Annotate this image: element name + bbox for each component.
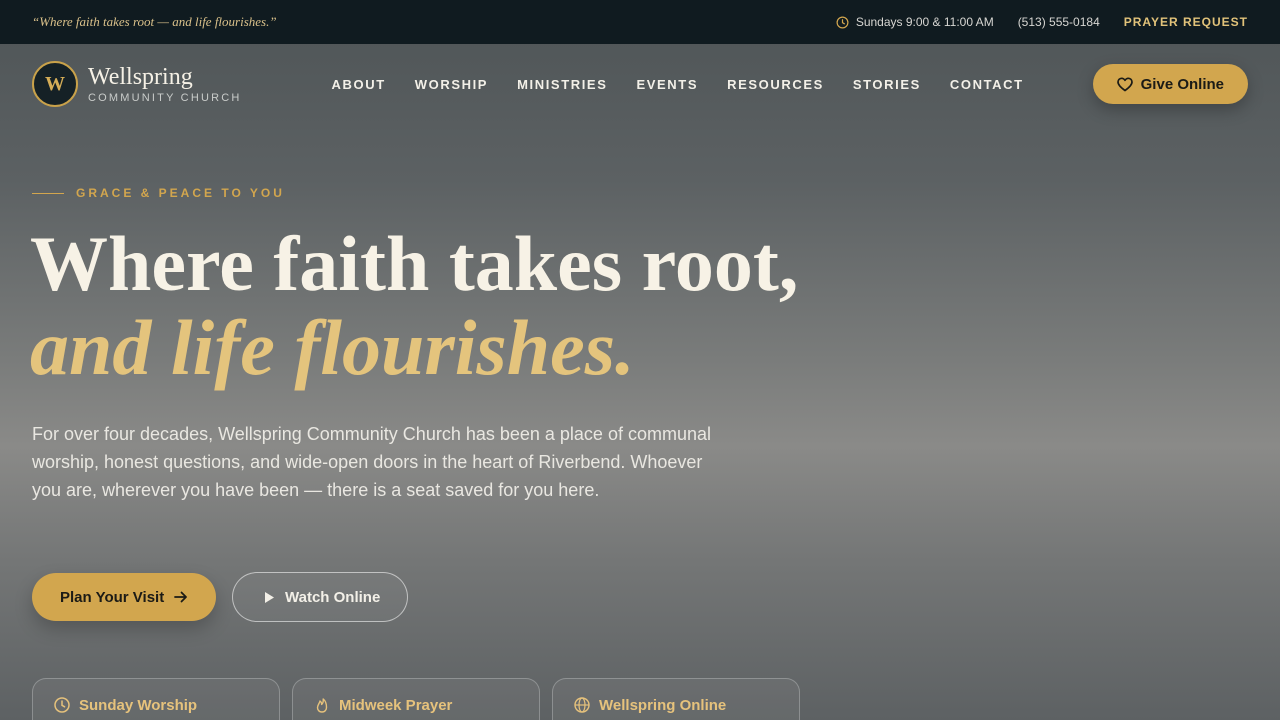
prayer-request-link[interactable]: PRAYER REQUEST [1124,15,1248,29]
logo-text: Wellspring COMMUNITY CHURCH [88,64,242,104]
nav-item-stories[interactable]: STORIES [853,77,921,92]
nav-menu: ABOUT WORSHIP MINISTRIES EVENTS RESOURCE… [332,77,1024,92]
card-midweek-prayer[interactable]: Midweek Prayer [292,678,540,720]
nav-item-events[interactable]: EVENTS [636,77,698,92]
eyebrow-text: GRACE & PEACE TO YOU [76,186,285,200]
clock-icon [53,696,71,714]
card-sunday-worship[interactable]: Sunday Worship [32,678,280,720]
clock-icon [836,16,849,29]
logo-mark: W [32,61,78,107]
flame-icon [313,696,331,714]
service-times-text: Sundays 9:00 & 11:00 AM [855,15,994,29]
arrow-right-icon [174,591,188,603]
service-cards: Sunday Worship Midweek Prayer Wellspring… [32,678,800,720]
top-tagline: “Where faith takes root — and life flour… [32,14,277,29]
eyebrow-rule [32,192,64,194]
card-title: Midweek Prayer [339,697,453,714]
headline-line-1: Where faith takes root, [30,220,799,307]
hero-lead-paragraph: For over four decades, Wellspring Commun… [32,424,711,500]
hero-eyebrow: GRACE & PEACE TO YOU [32,186,285,200]
phone-link[interactable]: (513) 555-0184 [1018,15,1100,29]
plan-your-visit-button[interactable]: Plan Your Visit [32,573,217,621]
globe-icon [573,696,591,714]
service-times: Sundays 9:00 & 11:00 AM [836,15,994,29]
nav-item-worship[interactable]: WORSHIP [415,77,488,92]
nav-item-resources[interactable]: RESOURCES [727,77,824,92]
nav-item-about[interactable]: ABOUT [332,77,386,92]
nav-item-contact[interactable]: CONTACT [950,77,1024,92]
give-online-label: Give Online [1140,75,1224,93]
church-logo[interactable]: W Wellspring COMMUNITY CHURCH [32,61,242,107]
logo-name: Wellspring [88,64,193,90]
play-icon [263,591,275,604]
heart-icon [1116,76,1133,92]
logo-subtitle: COMMUNITY CHURCH [88,92,242,104]
top-bar: “Where faith takes root — and life flour… [0,0,1280,44]
top-bar-info: Sundays 9:00 & 11:00 AM (513) 555-0184 P… [836,15,1248,29]
watch-online-label: Watch Online [285,588,381,606]
nav-item-ministries[interactable]: MINISTRIES [517,77,607,92]
main-nav: W Wellspring COMMUNITY CHURCH ABOUT WORS… [0,44,1280,124]
plan-your-visit-label: Plan Your Visit [60,588,165,606]
give-online-button[interactable]: Give Online [1092,64,1248,104]
card-title: Wellspring Online [599,697,727,714]
card-title: Sunday Worship [79,697,198,714]
watch-online-button[interactable]: Watch Online [232,572,409,622]
card-wellspring-online[interactable]: Wellspring Online [552,678,800,720]
headline-line-2: and life flourishes. [30,304,635,391]
hero-headline: Where faith takes root, and life flouris… [30,222,798,390]
